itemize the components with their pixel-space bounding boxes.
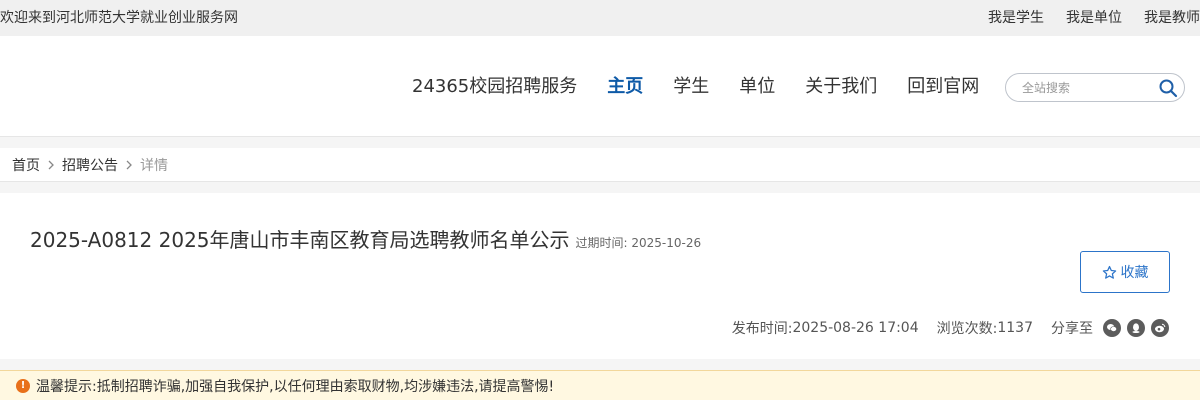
nav-item-companies[interactable]: 单位 [739, 76, 775, 98]
page-title: 2025-A0812 2025年唐山市丰南区教育局选聘教师名单公示 [30, 228, 570, 252]
link-company[interactable]: 我是单位 [1066, 9, 1122, 27]
qq-icon[interactable] [1127, 319, 1145, 337]
wechat-icon[interactable] [1103, 319, 1121, 337]
role-links: 我是学生 我是单位 我是教师 [988, 9, 1200, 27]
breadcrumb: 首页 招聘公告 详情 [0, 148, 1200, 182]
expire-label: 过期时间: [575, 236, 628, 250]
nav-item-about[interactable]: 关于我们 [805, 76, 877, 98]
views-label: 浏览次数: [936, 321, 998, 337]
views-count: 1137 [997, 320, 1033, 336]
title-row: 2025-A0812 2025年唐山市丰南区教育局选聘教师名单公示 过期时间: … [30, 224, 701, 253]
article-meta: 发布时间: 2025-08-26 17:04 浏览次数: 1137 分享至 [732, 318, 1169, 338]
star-icon [1102, 265, 1116, 279]
link-teacher[interactable]: 我是教师 [1144, 9, 1200, 27]
weibo-icon[interactable] [1151, 319, 1169, 337]
share-icons [1103, 319, 1169, 337]
search-input[interactable] [1022, 79, 1152, 97]
link-student[interactable]: 我是学生 [988, 9, 1044, 27]
breadcrumb-home[interactable]: 首页 [12, 155, 40, 175]
collect-label: 收藏 [1120, 265, 1149, 281]
welcome-text: 欢迎来到河北师范大学就业创业服务网 [0, 10, 238, 26]
search-box [1005, 73, 1185, 102]
collect-button[interactable]: 收藏 [1080, 251, 1170, 293]
article-header-card: 2025-A0812 2025年唐山市丰南区教育局选聘教师名单公示 过期时间: … [0, 193, 1200, 359]
chevron-right-icon [126, 160, 132, 169]
site-header: 24365校园招聘服务 主页 学生 单位 关于我们 回到官网 [0, 36, 1200, 137]
nav-item-home[interactable]: 主页 [607, 76, 643, 98]
expire-info: 过期时间: 2025-10-26 [576, 234, 702, 251]
main-nav: 24365校园招聘服务 主页 学生 单位 关于我们 回到官网 [412, 76, 979, 98]
breadcrumb-section[interactable]: 招聘公告 [62, 155, 118, 175]
warning-text: 温馨提示:抵制招聘诈骗,加强自我保护,以任何理由索取财物,均涉嫌违法,请提高警惕… [36, 378, 555, 395]
search-icon[interactable] [1158, 78, 1178, 98]
warning-icon: ! [16, 378, 30, 393]
publish-time: 2025-08-26 17:04 [792, 320, 919, 336]
top-bar: 欢迎来到河北师范大学就业创业服务网 我是学生 我是单位 我是教师 [0, 0, 1200, 36]
nav-item-students[interactable]: 学生 [673, 76, 709, 98]
chevron-right-icon [48, 160, 54, 169]
warning-notice: ! 温馨提示:抵制招聘诈骗,加强自我保护,以任何理由索取财物,均涉嫌违法,请提高… [0, 370, 1200, 400]
publish-label: 发布时间: [731, 321, 793, 337]
expire-date: 2025-10-26 [631, 236, 702, 250]
share-label: 分享至 [1051, 321, 1093, 337]
breadcrumb-current: 详情 [140, 157, 168, 174]
nav-item-official-site[interactable]: 回到官网 [907, 76, 979, 98]
nav-item-campus-recruit[interactable]: 24365校园招聘服务 [412, 76, 577, 98]
